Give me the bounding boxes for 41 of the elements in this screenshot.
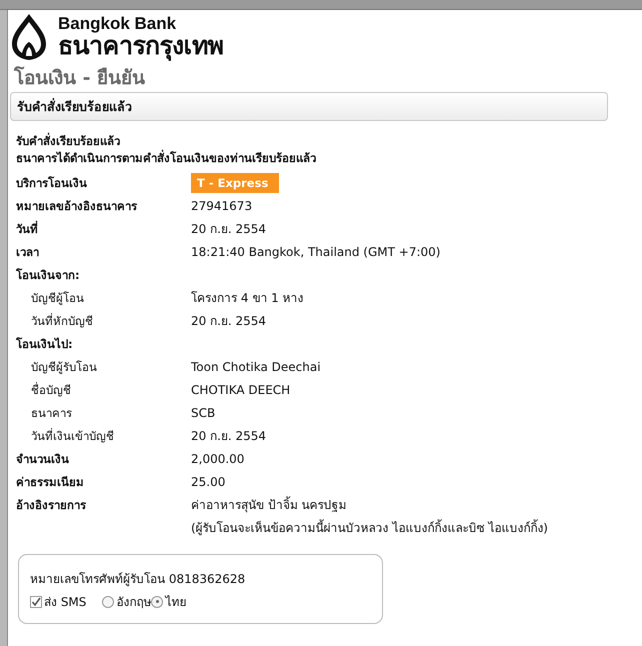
field-value: โครงการ 4 ขา 1 หาง xyxy=(191,290,305,307)
field-value: CHOTIKA DEECH xyxy=(191,382,292,396)
language-radio[interactable]: ไทย xyxy=(151,592,186,611)
field-value: ค่าอาหารสุนัข ป้าจิ้ม นครปฐม xyxy=(191,495,348,514)
section-label: โอนเงินจาก: xyxy=(16,266,81,284)
field-label: ธนาคาร xyxy=(30,404,73,422)
section-label: โอนเงินไป: xyxy=(16,336,74,352)
field-label: ชื่อบัญชี xyxy=(30,381,72,398)
field-value: 18:21:40 Bangkok, Thailand (GMT +7:00) xyxy=(191,244,442,258)
field-label: อ้างอิงรายการ xyxy=(16,496,88,514)
field-value: SCB xyxy=(191,406,216,420)
field-note: (ผู้รับโอนจะเห็นข้อความนี้ผ่านบัวหลวง ไอแบงก์กิ้งและบิซ ไอแบงก์กิ้ง) xyxy=(191,518,549,537)
field-label: บัญชีผู้โอน xyxy=(30,290,85,306)
recipient-phone: หมายเลขโทรศัพท์ผู้รับโอน 0818362628 xyxy=(30,571,246,588)
panel-heading: รับคำสั่งเรียบร้อยแล้ว xyxy=(10,92,608,121)
field-label: เวลา xyxy=(16,244,40,260)
field-label: วันที่เงินเข้าบัญชี xyxy=(30,427,115,444)
send-sms-checkbox[interactable]: ส่ง SMS xyxy=(30,592,86,611)
field-label: วันที่หักบัญชี xyxy=(30,312,94,330)
field-label: วันที่ xyxy=(16,220,39,238)
status-message: ธนาคารได้ดำเนินการตามคำสั่งโอนเงินของท่านเรียบร้อยแล้ว xyxy=(16,150,317,167)
field-label: บัญชีผู้รับโอน xyxy=(30,358,98,376)
field-label: ค่าธรรมเนียม xyxy=(16,474,85,490)
status-message: รับคำสั่งเรียบร้อยแล้ว xyxy=(16,133,121,150)
field-value: 2,000.00 xyxy=(191,452,246,466)
field-label: จำนวนเงิน xyxy=(16,450,70,468)
check-icon xyxy=(31,596,41,606)
field-value: Toon Chotika Deechai xyxy=(191,360,322,374)
service-badge: T - Express xyxy=(191,172,279,192)
language-radio[interactable]: อังกฤษ xyxy=(102,592,152,611)
field-value: 27941673 xyxy=(191,198,254,212)
page-title: โอนเงิน - ยืนยัน xyxy=(14,66,146,90)
field-value: 20 ก.ย. 2554 xyxy=(191,428,268,445)
field-value: 25.00 xyxy=(191,474,226,488)
field-value: 20 ก.ย. 2554 xyxy=(191,221,268,238)
field-value: 20 ก.ย. 2554 xyxy=(191,313,268,330)
bank-name: Bangkok Bank xyxy=(58,15,178,33)
field-label: หมายเลขอ้างอิงธนาคาร xyxy=(16,198,138,214)
bank-logo-icon xyxy=(10,12,48,62)
bank-name-thai: ธนาคารกรุงเทพ xyxy=(58,33,223,59)
field-label: บริการโอนเงิน xyxy=(16,174,88,192)
